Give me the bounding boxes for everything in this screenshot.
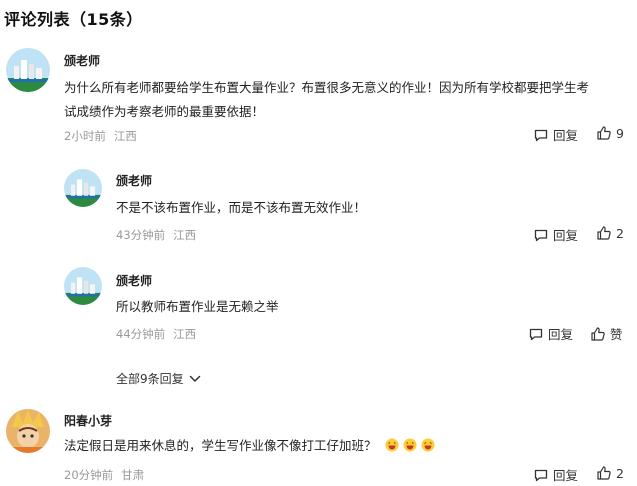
comment-text: 法定假日是用来休息的，学生写作业像不像打工仔加班？ [64, 434, 435, 458]
reply-label: 回复 [553, 128, 579, 143]
comment-bubble-icon [534, 229, 548, 241]
comment-location: 甘肃 [121, 468, 145, 482]
reply-button[interactable]: 回复 [528, 324, 573, 343]
like-count: 2 [616, 225, 624, 241]
comment-bubble-icon [534, 129, 548, 141]
thumbs-up-icon [597, 466, 611, 480]
reply-location: 江西 [173, 327, 197, 341]
comment-author[interactable]: 阳春小芽 [64, 412, 112, 429]
reply-text: 不是不该布置作业，而是不该布置无效作业！ [116, 200, 367, 215]
reply-label: 回复 [548, 327, 574, 342]
laughing-face-emoji [385, 438, 398, 452]
thumbs-up-icon [597, 226, 611, 240]
comment-text-body: 法定假日是用来休息的，学生写作业像不像打工仔加班？ [64, 438, 377, 453]
expand-replies-button[interactable]: 全部9条回复 [116, 370, 201, 387]
comment-location: 江西 [113, 129, 137, 143]
reply-button[interactable]: 回复 [533, 125, 578, 144]
avatar-image [6, 409, 50, 453]
reply-meta: 43分钟前 江西 [116, 227, 204, 243]
reply-text: 所以教师布置作业是无赖之举 [116, 299, 279, 314]
avatar[interactable] [6, 48, 50, 92]
avatar-image [6, 48, 50, 92]
like-button[interactable]: 9 [596, 125, 624, 141]
reply-label: 回复 [553, 468, 579, 483]
laughing-face-emoji [421, 438, 434, 452]
thumbs-up-icon [597, 126, 611, 140]
comment-bubble-icon [529, 328, 543, 340]
comment-time: 2小时前 [64, 129, 106, 143]
reply-time: 44分钟前 [116, 327, 166, 341]
comment-text-line: 为什么所有老师都要给学生布置大量作业？布置很多无意义的作业！因为所有学校都要把学… [64, 80, 590, 95]
reply-button[interactable]: 回复 [533, 465, 578, 484]
avatar-image [64, 267, 102, 305]
reply-author[interactable]: 颁老师 [116, 172, 152, 189]
avatar[interactable] [64, 169, 102, 207]
like-button[interactable]: 赞 [590, 324, 623, 343]
comment-text: 为什么所有老师都要给学生布置大量作业？布置很多无意义的作业！因为所有学校都要把学… [64, 76, 630, 124]
avatar-image [64, 169, 102, 207]
reply-button[interactable]: 回复 [533, 225, 578, 244]
like-button[interactable]: 2 [596, 465, 624, 481]
chevron-down-icon [189, 375, 200, 382]
comment-time: 20分钟前 [64, 468, 114, 482]
laughing-face-emoji [403, 438, 416, 452]
like-count: 2 [616, 465, 624, 481]
like-count: 9 [616, 125, 624, 141]
reply-meta: 44分钟前 江西 [116, 326, 204, 342]
reply-author[interactable]: 颁老师 [116, 272, 152, 289]
comments-title: 评论列表（15条） [4, 10, 143, 29]
comment-text-line: 试成绩作为考察老师的最重要依据！ [64, 104, 265, 119]
avatar[interactable] [6, 409, 50, 453]
reply-location: 江西 [173, 228, 197, 242]
comment-author[interactable]: 颁老师 [64, 52, 100, 69]
avatar[interactable] [64, 267, 102, 305]
like-button[interactable]: 2 [596, 225, 624, 241]
expand-replies-label: 全部9条回复 [116, 372, 184, 386]
comment-bubble-icon [534, 469, 548, 481]
like-label: 赞 [610, 327, 623, 342]
reply-time: 43分钟前 [116, 228, 166, 242]
reply-label: 回复 [553, 228, 579, 243]
comment-meta: 20分钟前 甘肃 [64, 467, 152, 483]
comment-meta: 2小时前 江西 [64, 128, 145, 144]
thumbs-up-icon [591, 326, 605, 341]
